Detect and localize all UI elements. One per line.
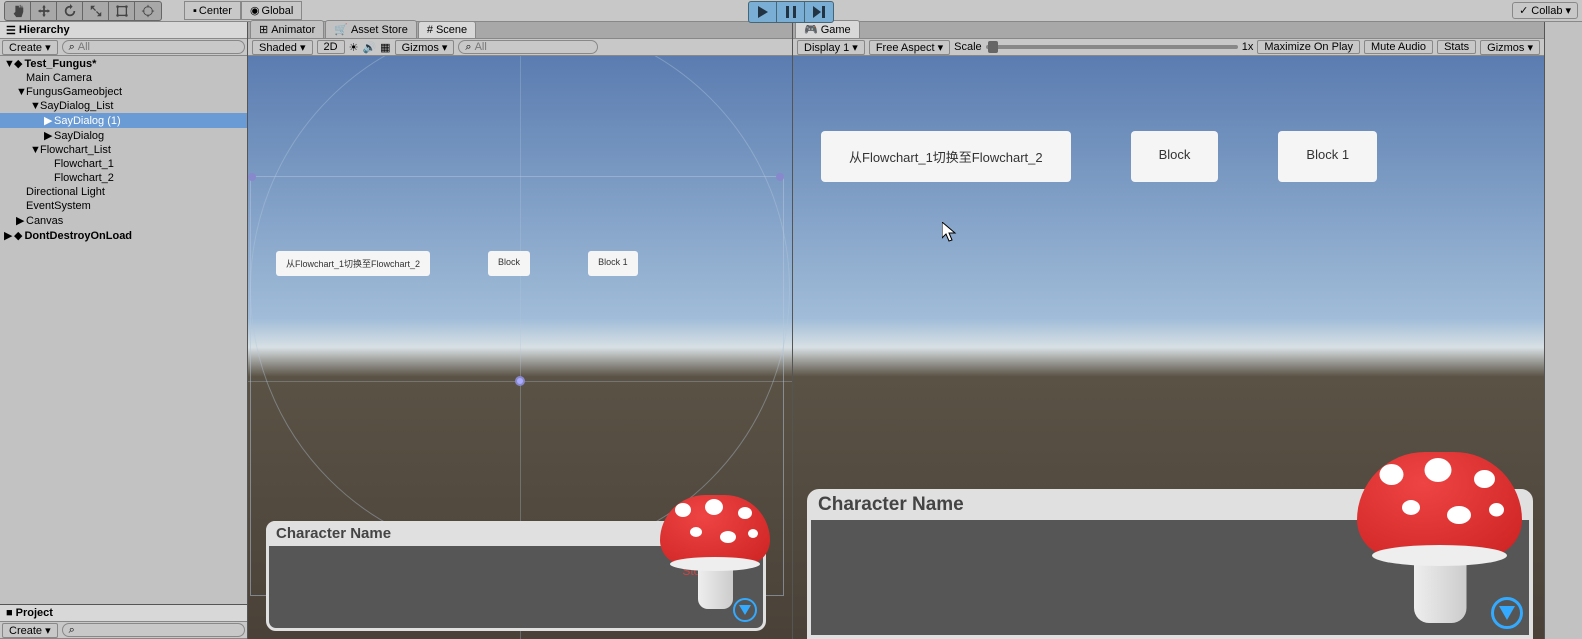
top-toolbar: ▪ Center ◉ Global ✓ Collab ▾ [0, 0, 1582, 22]
tree-item[interactable]: Directional Light [0, 185, 247, 199]
game-toolbar: Display 1 ▾ Free Aspect ▾ Scale 1x Maxim… [793, 39, 1544, 56]
slider-thumb[interactable] [988, 41, 998, 53]
game-gizmos-dropdown[interactable]: Gizmos ▾ [1480, 40, 1540, 55]
scale-label: Scale [954, 41, 982, 53]
game-tabs-row: 🎮 Game [793, 22, 1544, 39]
scene-search-input[interactable]: ⌕All [458, 40, 598, 54]
step-button[interactable] [805, 2, 833, 22]
tree-item[interactable]: Main Camera [0, 71, 247, 85]
collab-button[interactable]: ✓ Collab ▾ [1512, 2, 1578, 19]
game-ui-button-1[interactable]: 从Flowchart_1切换至Flowchart_2 [821, 131, 1071, 182]
tree-item[interactable]: Flowchart_1 [0, 157, 247, 171]
center-handle[interactable] [515, 376, 525, 386]
project-title: Project [16, 607, 53, 619]
game-panel: 🎮 Game Display 1 ▾ Free Aspect ▾ Scale 1… [793, 22, 1544, 639]
scene-toolbar: Shaded ▾ 2D ☀ 🔊 ▦ Gizmos ▾ ⌕All [248, 39, 792, 56]
search-icon: ⌕ [465, 41, 471, 54]
tree-item-scene[interactable]: ▼◆ Test_Fungus* [0, 56, 247, 71]
gizmos-dropdown[interactable]: Gizmos ▾ [395, 40, 455, 55]
play-button[interactable] [749, 2, 777, 22]
scene-panel: ⊞ Animator 🛒 Asset Store # Scene Shaded … [248, 22, 793, 639]
hierarchy-tab[interactable]: ☰ Hierarchy [0, 22, 247, 39]
tree-item[interactable]: ▼Flowchart_List [0, 143, 247, 157]
audio-icon[interactable]: 🔊 [362, 41, 376, 54]
scene-tabs-row: ⊞ Animator 🛒 Asset Store # Scene [248, 22, 792, 39]
transform-tool[interactable] [135, 2, 161, 20]
fx-icon[interactable]: ▦ [380, 41, 390, 54]
pivot-label: Center [199, 5, 232, 17]
2d-toggle[interactable]: 2D [317, 40, 345, 54]
scale-slider[interactable]: 1x [986, 41, 1254, 53]
game-ui-button-2[interactable]: Block [1131, 131, 1219, 182]
rect-handle[interactable] [248, 173, 256, 181]
scale-tool[interactable] [83, 2, 109, 20]
search-icon: ⌕ [69, 624, 75, 637]
scene-viewport[interactable]: 从Flowchart_1切换至Flowchart_2 Block Block 1… [248, 56, 792, 639]
pivot-mode-button[interactable]: ▪ Center [184, 1, 241, 20]
hierarchy-title: Hierarchy [19, 24, 70, 36]
collab-label: Collab [1531, 5, 1562, 17]
project-panel: ■ Project Create ▾ ⌕ [0, 604, 247, 639]
mute-toggle[interactable]: Mute Audio [1364, 40, 1433, 54]
game-ui-button-3[interactable]: Block 1 [1278, 131, 1377, 182]
aspect-dropdown[interactable]: Free Aspect ▾ [869, 40, 950, 55]
shading-mode-dropdown[interactable]: Shaded ▾ [252, 40, 313, 55]
game-mushroom-sprite [1357, 452, 1522, 623]
hierarchy-tree: ▼◆ Test_Fungus* Main Camera ▼FungusGameo… [0, 56, 247, 604]
tab-scene[interactable]: # Scene [418, 21, 476, 38]
hierarchy-panel: ☰ Hierarchy Create ▾ ⌕All ▼◆ Test_Fungus… [0, 22, 248, 639]
rect-tool[interactable] [109, 2, 135, 20]
scale-value: 1x [1242, 41, 1254, 53]
tab-asset-store[interactable]: 🛒 Asset Store [325, 20, 417, 38]
hierarchy-search-input[interactable]: ⌕All [62, 40, 245, 54]
game-viewport[interactable]: 从Flowchart_1切换至Flowchart_2 Block Block 1… [793, 56, 1544, 639]
project-create-button[interactable]: Create ▾ [2, 623, 58, 638]
tree-item[interactable]: ▼FungusGameobject [0, 85, 247, 99]
pivot-rotation-group: ▪ Center ◉ Global [184, 1, 302, 20]
mushroom-sprite [660, 495, 770, 609]
scene-ui-button-2: Block [488, 251, 530, 276]
transform-tools [4, 1, 162, 21]
maximize-toggle[interactable]: Maximize On Play [1257, 40, 1360, 54]
scene-ui-button-3: Block 1 [588, 251, 638, 276]
tree-item[interactable]: EventSystem [0, 199, 247, 213]
tab-animator[interactable]: ⊞ Animator [250, 20, 324, 38]
tree-item-selected[interactable]: ▶SayDialog (1) [0, 113, 247, 128]
rect-handle[interactable] [776, 173, 784, 181]
stats-toggle[interactable]: Stats [1437, 40, 1476, 54]
tree-item[interactable]: Flowchart_2 [0, 171, 247, 185]
project-toolbar: Create ▾ ⌕ [0, 622, 247, 639]
scene-ui-buttons: 从Flowchart_1切换至Flowchart_2 Block Block 1 [276, 251, 638, 276]
rotation-mode-button[interactable]: ◉ Global [241, 1, 302, 20]
hand-tool[interactable] [5, 2, 31, 20]
hierarchy-toolbar: Create ▾ ⌕All [0, 39, 247, 56]
move-tool[interactable] [31, 2, 57, 20]
project-search-input[interactable]: ⌕ [62, 623, 245, 637]
pause-button[interactable] [777, 2, 805, 22]
rotation-label: Global [262, 5, 294, 17]
center-area: ⊞ Animator 🛒 Asset Store # Scene Shaded … [248, 22, 1544, 639]
tree-item-dontdestroy[interactable]: ▶◆ DontDestroyOnLoad [0, 228, 247, 243]
display-dropdown[interactable]: Display 1 ▾ [797, 40, 865, 55]
right-panel-strip [1544, 22, 1582, 639]
tree-item[interactable]: ▼SayDialog_List [0, 99, 247, 113]
project-tab[interactable]: ■ Project [0, 605, 247, 622]
play-controls [748, 1, 834, 23]
scene-ui-button-1: 从Flowchart_1切换至Flowchart_2 [276, 251, 430, 276]
lighting-icon[interactable]: ☀ [349, 41, 359, 54]
rotate-tool[interactable] [57, 2, 83, 20]
search-icon: ⌕ [69, 41, 75, 54]
tree-item[interactable]: ▶Canvas [0, 213, 247, 228]
game-ui-buttons: 从Flowchart_1切换至Flowchart_2 Block Block 1 [821, 131, 1377, 182]
tree-item[interactable]: ▶SayDialog [0, 128, 247, 143]
hierarchy-create-button[interactable]: Create ▾ [2, 40, 58, 55]
